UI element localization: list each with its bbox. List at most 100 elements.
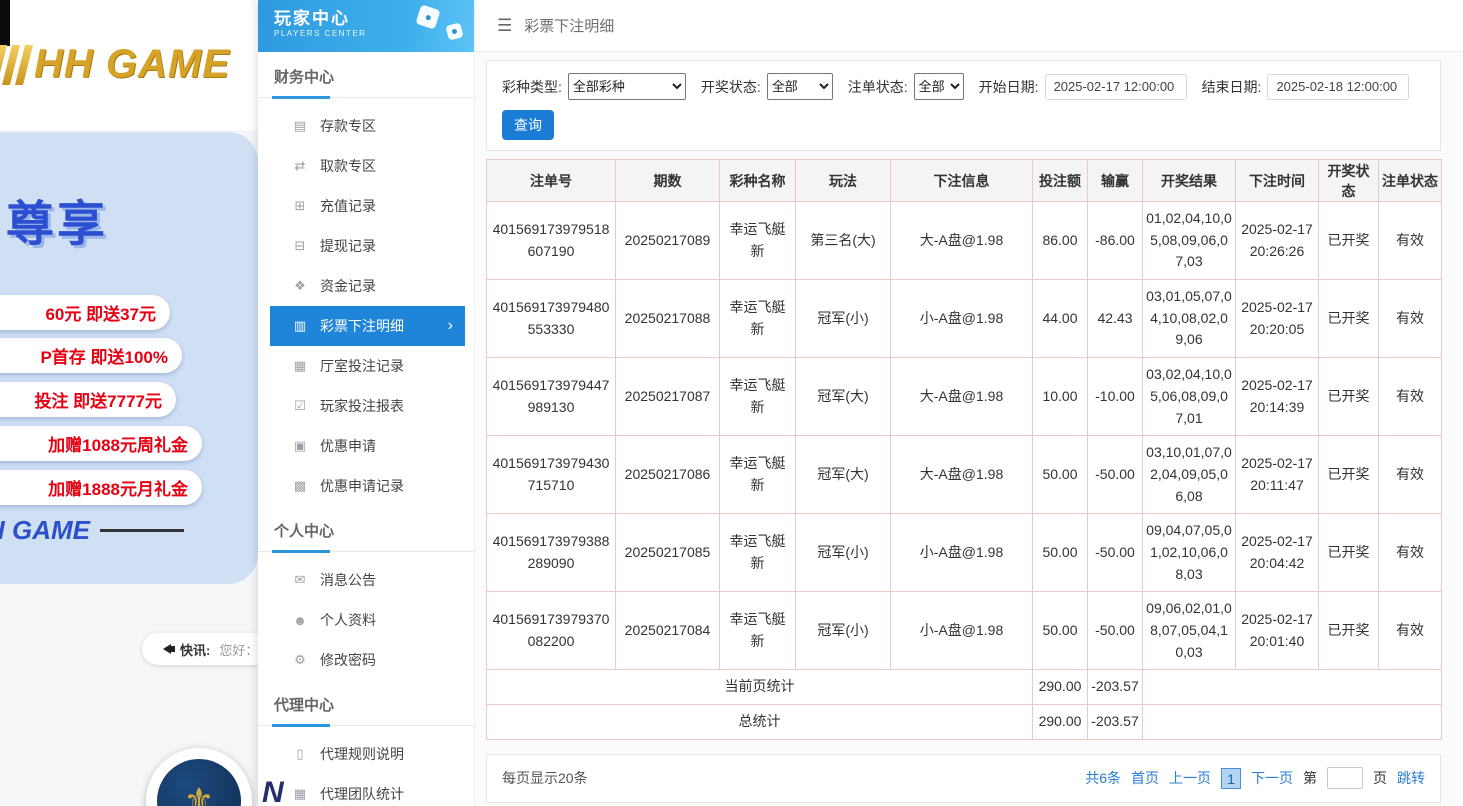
- table-cell: 50.00: [1033, 436, 1088, 514]
- recharge-icon: ⊞: [292, 198, 308, 214]
- bet-list-icon: ▥: [292, 318, 308, 334]
- table-cell: 小-A盘@1.98: [891, 280, 1033, 358]
- promo-icon: ▣: [292, 438, 308, 454]
- sidebar-item-withdrawal-records[interactable]: ⊟提现记录: [270, 226, 465, 266]
- sidebar-item-withdraw-zone[interactable]: ⇄ 取款专区: [270, 146, 465, 186]
- sidebar-item-deposit-zone[interactable]: ▤存款专区: [270, 106, 465, 146]
- sidebar-item-funds-records[interactable]: ❖资金记录: [270, 266, 465, 306]
- promo-title: 尊享: [6, 184, 108, 254]
- section-title-personal: 个人中心: [258, 506, 474, 552]
- table-cell: 第三名(大): [796, 202, 891, 280]
- sidebar-item-change-password[interactable]: ⚙修改密码: [270, 640, 465, 680]
- news-ticker: 快讯: 您好：: [142, 633, 274, 665]
- sidebar-item-agent-rules[interactable]: ▯ 代理规则说明: [270, 734, 465, 774]
- sidebar-item-agent-team-stats[interactable]: ▦代理团队统计: [270, 774, 465, 806]
- sidebar-item-label: 代理规则说明: [320, 744, 404, 764]
- sidebar-item-lottery-bet-details[interactable]: ▥彩票下注明细›: [270, 306, 465, 346]
- col-order-no: 注单号: [487, 160, 616, 202]
- customer-service-widget[interactable]: ⚜ N: [146, 748, 284, 806]
- table-cell: 已开奖: [1319, 280, 1379, 358]
- table-cell: 有效: [1379, 358, 1442, 436]
- table-cell: 已开奖: [1319, 592, 1379, 670]
- news-label: 快讯:: [180, 640, 210, 659]
- current-page[interactable]: 1: [1221, 768, 1241, 789]
- main-area: ☰ 彩票下注明细 彩种类型: 全部彩种 开奖状态: 全部: [475, 0, 1463, 806]
- table-cell: 2025-02-17 20:11:47: [1236, 436, 1319, 514]
- hall-bet-icon: ▦: [292, 358, 308, 374]
- table-cell: 冠军(大): [796, 358, 891, 436]
- page-summary-bet: 290.00: [1033, 670, 1088, 705]
- jump-suffix-label: 页: [1373, 768, 1387, 788]
- total-summary-winloss: -203.57: [1088, 705, 1143, 740]
- sidebar-item-recharge-records[interactable]: ⊞ 充值记录: [270, 186, 465, 226]
- table-cell: 20250217088: [616, 280, 720, 358]
- table-body: 40156917397951860719020250217089幸运飞艇新第三名…: [487, 202, 1442, 670]
- table-cell: 大-A盘@1.98: [891, 436, 1033, 514]
- sidebar-item-label: 修改密码: [320, 650, 376, 670]
- withdraw-icon: ⇄: [292, 158, 308, 174]
- jump-page-input[interactable]: [1327, 767, 1363, 789]
- hamburger-icon[interactable]: ☰: [497, 16, 512, 36]
- draw-status-select[interactable]: 全部: [767, 73, 833, 100]
- first-page-link[interactable]: 首页: [1131, 768, 1159, 788]
- sidebar-item-messages[interactable]: ✉消息公告: [270, 560, 465, 600]
- table-cell: 冠军(小): [796, 592, 891, 670]
- order-status-select[interactable]: 全部: [914, 73, 964, 100]
- table-cell: -86.00: [1088, 202, 1143, 280]
- table-cell: -50.00: [1088, 436, 1143, 514]
- table-cell: 2025-02-17 20:26:26: [1236, 202, 1319, 280]
- table-row: 40156917397943071571020250217086幸运飞艇新冠军(…: [487, 436, 1442, 514]
- news-text: 您好：: [219, 640, 258, 659]
- table-cell: 09,04,07,05,01,02,10,06,08,03: [1143, 514, 1236, 592]
- table-cell: 401569173979518607190: [487, 202, 616, 280]
- sidebar-item-promo-apply[interactable]: ▣优惠申请: [270, 426, 465, 466]
- table-cell: 幸运飞艇新: [720, 514, 796, 592]
- promo-pill: 60元 即送37元: [0, 295, 170, 330]
- table-cell: 冠军(小): [796, 280, 891, 358]
- sidebar-item-hall-bet-records[interactable]: ▦厅室投注记录: [270, 346, 465, 386]
- page-size-text: 每页显示20条: [502, 768, 588, 788]
- page-summary-label: 当前页统计: [487, 670, 1033, 705]
- sidebar-item-promo-apply-records[interactable]: ▩优惠申请记录: [270, 466, 465, 506]
- sidebar-item-player-bet-report[interactable]: ☑玩家投注报表: [270, 386, 465, 426]
- col-bet-amount: 投注额: [1033, 160, 1088, 202]
- table-cell: 已开奖: [1319, 436, 1379, 514]
- sidebar-item-label: 彩票下注明细: [320, 316, 404, 336]
- total-summary-row: 总统计 290.00 -203.57: [487, 705, 1442, 740]
- main-content: 彩种类型: 全部彩种 开奖状态: 全部 注单状态:: [475, 52, 1463, 803]
- sidebar-item-label: 取款专区: [320, 156, 376, 176]
- sidebar-item-label: 存款专区: [320, 116, 376, 136]
- end-date-input[interactable]: [1267, 74, 1409, 100]
- sidebar-item-label: 个人资料: [320, 610, 376, 630]
- sidebar-header: 玩家中心 PLAYERS CENTER: [258, 0, 474, 52]
- prev-page-link[interactable]: 上一页: [1169, 768, 1211, 788]
- col-issue: 期数: [616, 160, 720, 202]
- emblem-icon: ⚜: [157, 759, 241, 806]
- col-draw-result: 开奖结果: [1143, 160, 1236, 202]
- table-cell: 幸运飞艇新: [720, 280, 796, 358]
- table-cell: 20250217087: [616, 358, 720, 436]
- table-cell: 小-A盘@1.98: [891, 592, 1033, 670]
- table-cell: 401569173979370082200: [487, 592, 616, 670]
- lottery-type-select[interactable]: 全部彩种: [568, 73, 686, 100]
- table-cell: 小-A盘@1.98: [891, 514, 1033, 592]
- start-date-input[interactable]: [1045, 74, 1187, 100]
- table-cell: 有效: [1379, 280, 1442, 358]
- jump-link[interactable]: 跳转: [1397, 768, 1425, 788]
- page-summary-winloss: -203.57: [1088, 670, 1143, 705]
- section-title-agent: 代理中心: [258, 680, 474, 726]
- table-header: 注单号 期数 彩种名称 玩法 下注信息 投注额 输赢 开奖结果 下注时间 开奖状…: [487, 160, 1442, 202]
- table-cell: 50.00: [1033, 592, 1088, 670]
- sidebar-item-profile[interactable]: ☻个人资料: [270, 600, 465, 640]
- document-icon: ▯: [292, 746, 308, 762]
- search-button[interactable]: 查询: [502, 110, 554, 140]
- table-row: 40156917397948055333020250217088幸运飞艇新冠军(…: [487, 280, 1442, 358]
- col-order-status: 注单状态: [1379, 160, 1442, 202]
- next-page-link[interactable]: 下一页: [1251, 768, 1293, 788]
- bell-icon: ✉: [292, 572, 308, 588]
- sidebar-item-label: 充值记录: [320, 196, 376, 216]
- promo-pill: 加赠1888元月礼金: [0, 470, 202, 505]
- table-cell: 401569173979388289090: [487, 514, 616, 592]
- table-row: 40156917397944798913020250217087幸运飞艇新冠军(…: [487, 358, 1442, 436]
- table-cell: 401569173979480553330: [487, 280, 616, 358]
